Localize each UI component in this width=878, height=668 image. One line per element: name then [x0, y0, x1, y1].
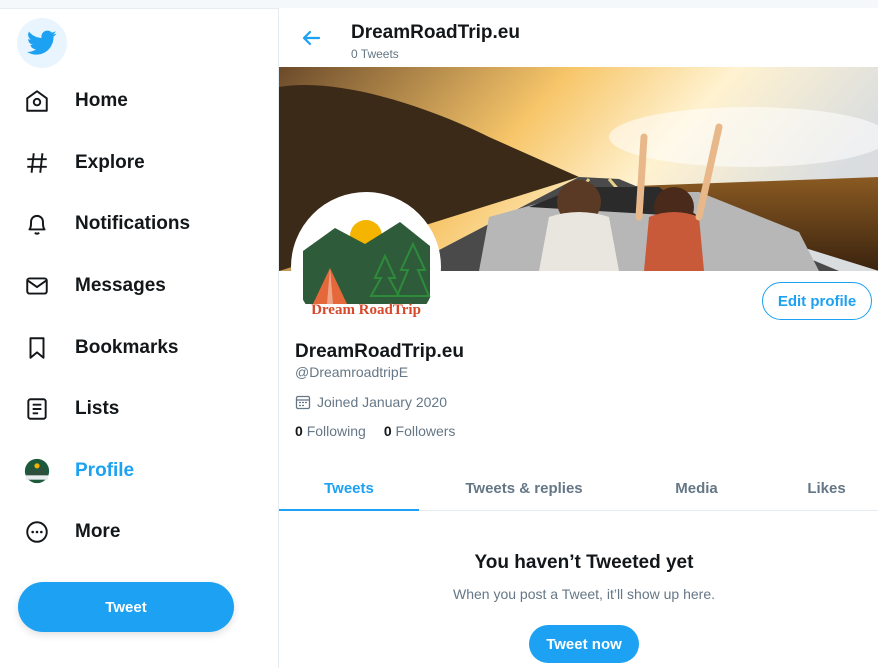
bookmark-icon: [24, 335, 50, 361]
nav-item-notifications[interactable]: Notifications: [24, 204, 190, 244]
tab-tweets[interactable]: Tweets: [279, 466, 419, 511]
following-count: 0: [295, 423, 303, 439]
nav-item-profile[interactable]: Profile: [24, 451, 134, 491]
following-label: Following: [306, 423, 366, 439]
bell-icon: [24, 211, 50, 237]
joined-text: Joined January 2020: [317, 394, 447, 410]
followers-link[interactable]: 0 Followers: [384, 423, 456, 439]
nav-item-home[interactable]: Home: [24, 81, 128, 121]
nav-label-messages: Messages: [75, 275, 166, 296]
back-arrow-icon[interactable]: [299, 26, 323, 50]
followers-label: Followers: [395, 423, 456, 439]
sidebar: Home Explore Notifications Messages Book…: [0, 8, 278, 668]
list-icon: [24, 396, 50, 422]
nav-item-explore[interactable]: Explore: [24, 143, 145, 183]
empty-state-title: You haven’t Tweeted yet: [474, 552, 694, 573]
joined-date: Joined January 2020: [295, 394, 447, 410]
nav-item-bookmarks[interactable]: Bookmarks: [24, 328, 179, 368]
nav-label-notifications: Notifications: [75, 213, 191, 234]
header-title: DreamRoadTrip.eu: [351, 22, 520, 43]
follow-stats: 0 Following 0 Followers: [295, 423, 455, 439]
tweet-now-button[interactable]: Tweet now: [529, 625, 639, 663]
nav-label-explore: Explore: [75, 152, 145, 173]
nav-label-home: Home: [75, 90, 128, 111]
nav-label-profile: Profile: [75, 460, 135, 481]
edit-profile-button[interactable]: Edit profile: [762, 282, 872, 320]
profile-name: DreamRoadTrip.eu: [295, 341, 464, 362]
nav-label-lists: Lists: [75, 398, 120, 419]
profile-avatar[interactable]: Dream RoadTrip: [291, 192, 441, 342]
tab-media[interactable]: Media: [629, 466, 764, 510]
twitter-bird-icon: [27, 30, 57, 55]
profile-handle: @DreamroadtripE: [295, 364, 409, 380]
hashtag-icon: [24, 150, 50, 176]
tab-likes[interactable]: Likes: [764, 466, 878, 510]
avatar-icon: [24, 458, 50, 484]
nav-label-more: More: [75, 521, 121, 542]
nav-label-bookmarks: Bookmarks: [75, 337, 179, 358]
envelope-icon: [24, 273, 50, 299]
more-icon: [24, 519, 50, 545]
calendar-icon: [295, 395, 311, 410]
empty-state-subtitle: When you post a Tweet, it’ll show up her…: [453, 586, 715, 602]
following-link[interactable]: 0 Following: [295, 423, 366, 439]
home-icon: [24, 88, 50, 114]
followers-count: 0: [383, 423, 392, 439]
profile-column: DreamRoadTrip.eu 0 Tweets Dream RoadTrip…: [278, 8, 878, 668]
tweet-button[interactable]: Tweet: [18, 582, 234, 632]
tweet-count: 0 Tweets: [351, 47, 399, 61]
avatar-logo-text: Dream RoadTrip: [311, 302, 421, 318]
tab-tweets-replies[interactable]: Tweets & replies: [419, 466, 629, 510]
profile-tabs: Tweets Tweets & replies Media Likes: [279, 466, 878, 511]
nav-item-messages[interactable]: Messages: [24, 266, 166, 306]
nav-item-lists[interactable]: Lists: [24, 389, 119, 429]
nav-item-more[interactable]: More: [24, 512, 120, 552]
profile-header: DreamRoadTrip.eu 0 Tweets: [279, 8, 878, 67]
twitter-logo-button[interactable]: [17, 18, 67, 68]
